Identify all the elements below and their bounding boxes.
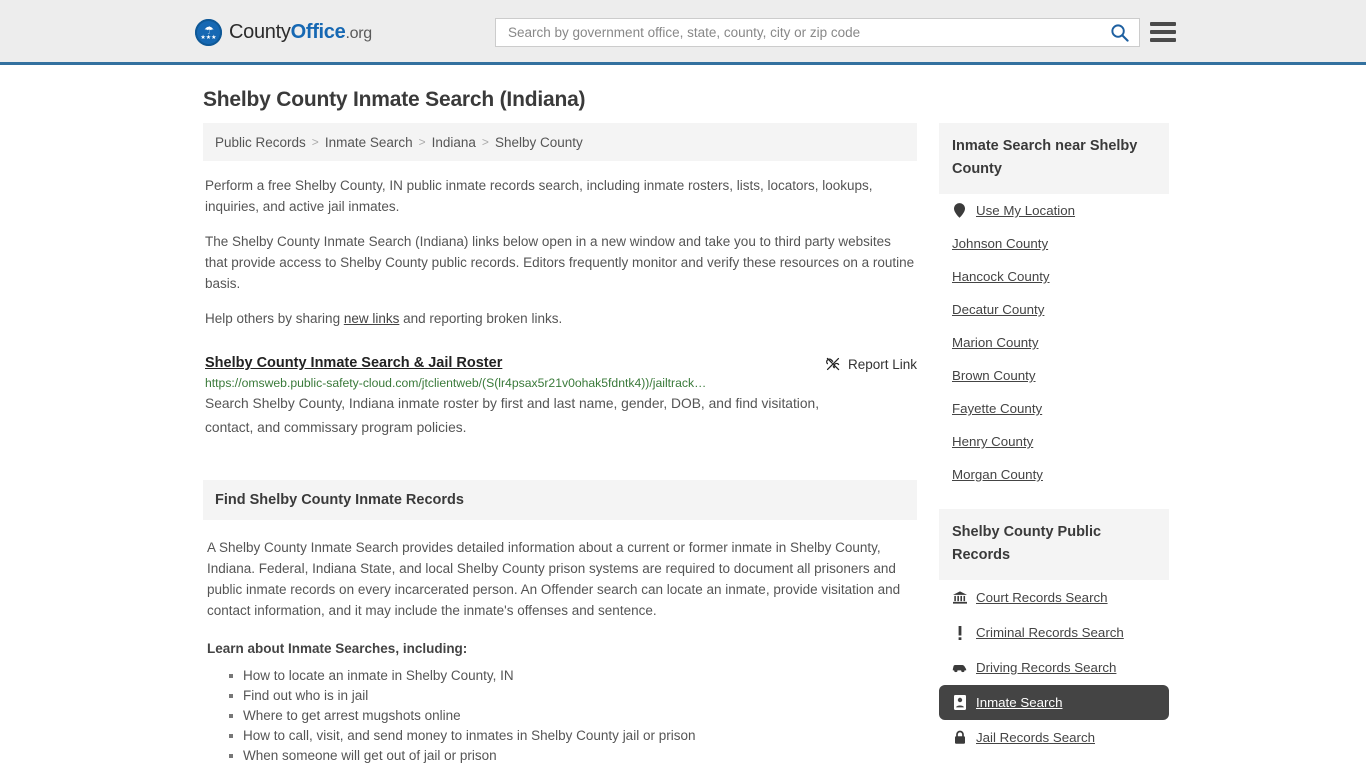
breadcrumb-item-shelby-county: Shelby County: [494, 134, 583, 150]
breadcrumb-item-public-records[interactable]: Public Records: [215, 135, 306, 150]
sidebar-item-label[interactable]: Use My Location: [976, 203, 1075, 218]
learn-about-label: Learn about Inmate Searches, including:: [207, 641, 468, 656]
location-pin-icon: [952, 203, 967, 218]
sidebar-item-decatur-county[interactable]: Decatur County: [939, 293, 1169, 326]
sidebar-item-brown-county[interactable]: Brown County: [939, 359, 1169, 392]
new-links-link[interactable]: new links: [344, 311, 400, 326]
breadcrumb-separator: >: [418, 135, 426, 149]
brand-wordmark: CountyOffice.org: [229, 21, 372, 44]
sidebar-item-label[interactable]: Brown County: [952, 368, 1036, 383]
hamburger-menu-icon[interactable]: [1150, 20, 1176, 44]
section-heading: Find Shelby County Inmate Records: [215, 492, 464, 508]
sidebar-item-label[interactable]: Inmate Search: [976, 695, 1062, 710]
sidebar-item-label[interactable]: Morgan County: [952, 467, 1043, 482]
sidebar-item-morgan-county[interactable]: Morgan County: [939, 458, 1169, 491]
id-badge-icon: [952, 695, 967, 710]
sidebar-item-label[interactable]: Criminal Records Search: [976, 625, 1124, 640]
sidebar-item-criminal-records-search[interactable]: Criminal Records Search: [939, 615, 1169, 650]
report-link-label: Report Link: [847, 356, 917, 372]
sidebar-item-henry-county[interactable]: Henry County: [939, 425, 1169, 458]
breadcrumb-item-indiana[interactable]: Indiana: [432, 135, 476, 150]
exclamation-icon: [952, 625, 967, 640]
sidebar: Inmate Search near Shelby County Use My …: [939, 123, 1169, 755]
search-result-item: Shelby County Inmate Search & Jail Roste…: [203, 355, 917, 440]
list-item: Where to get arrest mugshots online: [229, 706, 915, 726]
car-icon: [952, 662, 967, 673]
share-text-after: and reporting broken links.: [399, 311, 563, 326]
brand-word-org: .org: [345, 25, 372, 42]
result-header-row: Shelby County Inmate Search & Jail Roste…: [205, 355, 917, 372]
sidebar-item-marion-county[interactable]: Marion County: [939, 326, 1169, 359]
sidebar-item-use-my-location[interactable]: Use My Location: [939, 194, 1169, 227]
main-content-column: Public Records > Inmate Search > Indiana…: [203, 123, 917, 766]
sidebar-item-hancock-county[interactable]: Hancock County: [939, 260, 1169, 293]
list-item: Find out who is in jail: [229, 686, 915, 706]
search-input[interactable]: [496, 19, 1099, 46]
list-item: When someone will get out of jail or pri…: [229, 746, 915, 766]
breadcrumb-item-inmate-search[interactable]: Inmate Search: [325, 135, 413, 150]
sidebar-item-label[interactable]: Jail Records Search: [976, 730, 1095, 745]
section-paragraph: A Shelby County Inmate Search provides d…: [207, 540, 901, 618]
sidebar-item-jail-records-search[interactable]: Jail Records Search: [939, 720, 1169, 755]
site-header: ☂ ★★★ CountyOffice.org: [0, 0, 1366, 65]
broken-link-icon: [826, 357, 840, 371]
sidebar-item-label[interactable]: Decatur County: [952, 302, 1044, 317]
courthouse-icon: [952, 591, 967, 604]
sidebar-item-fayette-county[interactable]: Fayette County: [939, 392, 1169, 425]
intro-paragraph-2: The Shelby County Inmate Search (Indiana…: [205, 234, 915, 291]
search-icon: [1110, 24, 1129, 42]
public-records-heading: Shelby County Public Records: [939, 509, 1169, 580]
section-heading-bar: Find Shelby County Inmate Records: [203, 480, 917, 520]
search-bar[interactable]: [495, 18, 1140, 47]
section-body: A Shelby County Inmate Search provides d…: [203, 537, 917, 766]
result-title-link[interactable]: Shelby County Inmate Search & Jail Roste…: [205, 355, 502, 371]
find-records-section: Find Shelby County Inmate Records A Shel…: [203, 480, 917, 766]
sidebar-item-label[interactable]: Court Records Search: [976, 590, 1108, 605]
brand-word-office: Office: [290, 21, 346, 43]
result-url: https://omsweb.public-safety-cloud.com/j…: [205, 376, 707, 390]
sidebar-item-label[interactable]: Marion County: [952, 335, 1038, 350]
sidebar-item-label[interactable]: Henry County: [952, 434, 1033, 449]
sidebar-item-label[interactable]: Fayette County: [952, 401, 1042, 416]
sidebar-item-johnson-county[interactable]: Johnson County: [939, 227, 1169, 260]
search-button[interactable]: [1099, 19, 1139, 46]
public-records-list: Court Records Search Criminal Records Se…: [939, 580, 1169, 755]
site-logo[interactable]: ☂ ★★★ CountyOffice.org: [195, 19, 372, 46]
sidebar-item-label[interactable]: Hancock County: [952, 269, 1050, 284]
sidebar-item-label[interactable]: Johnson County: [952, 236, 1048, 251]
sidebar-item-label[interactable]: Driving Records Search: [976, 660, 1116, 675]
page-title: Shelby County Inmate Search (Indiana): [203, 88, 586, 111]
result-description: Search Shelby County, Indiana inmate ros…: [205, 396, 820, 435]
learn-bullet-list: How to locate an inmate in Shelby County…: [205, 666, 915, 766]
breadcrumb: Public Records > Inmate Search > Indiana…: [203, 123, 917, 161]
sidebar-item-driving-records-search[interactable]: Driving Records Search: [939, 650, 1169, 685]
breadcrumb-separator: >: [311, 135, 319, 149]
lock-icon: [952, 730, 967, 745]
nearby-county-list: Use My Location Johnson County Hancock C…: [939, 194, 1169, 491]
breadcrumb-separator: >: [481, 135, 489, 149]
nearby-heading: Inmate Search near Shelby County: [939, 123, 1169, 194]
menu-bar-3: [1150, 38, 1176, 42]
report-link-button[interactable]: Report Link: [825, 356, 917, 372]
intro-paragraph-1: Perform a free Shelby County, IN public …: [205, 178, 873, 214]
nearby-inmate-search-block: Inmate Search near Shelby County Use My …: [939, 123, 1169, 491]
share-text-before: Help others by sharing: [205, 311, 344, 326]
list-item: How to call, visit, and send money to in…: [229, 726, 915, 746]
public-records-block: Shelby County Public Records Court Recor…: [939, 509, 1169, 755]
sidebar-item-court-records-search[interactable]: Court Records Search: [939, 580, 1169, 615]
menu-bar-1: [1150, 22, 1176, 26]
sidebar-item-inmate-search[interactable]: Inmate Search: [939, 685, 1169, 720]
brand-word-county: County: [229, 21, 291, 43]
menu-bar-2: [1150, 30, 1176, 34]
list-item: How to locate an inmate in Shelby County…: [229, 666, 915, 686]
county-office-emblem-icon: ☂ ★★★: [195, 19, 222, 46]
intro-paragraph-3: Help others by sharing new links and rep…: [203, 308, 917, 329]
